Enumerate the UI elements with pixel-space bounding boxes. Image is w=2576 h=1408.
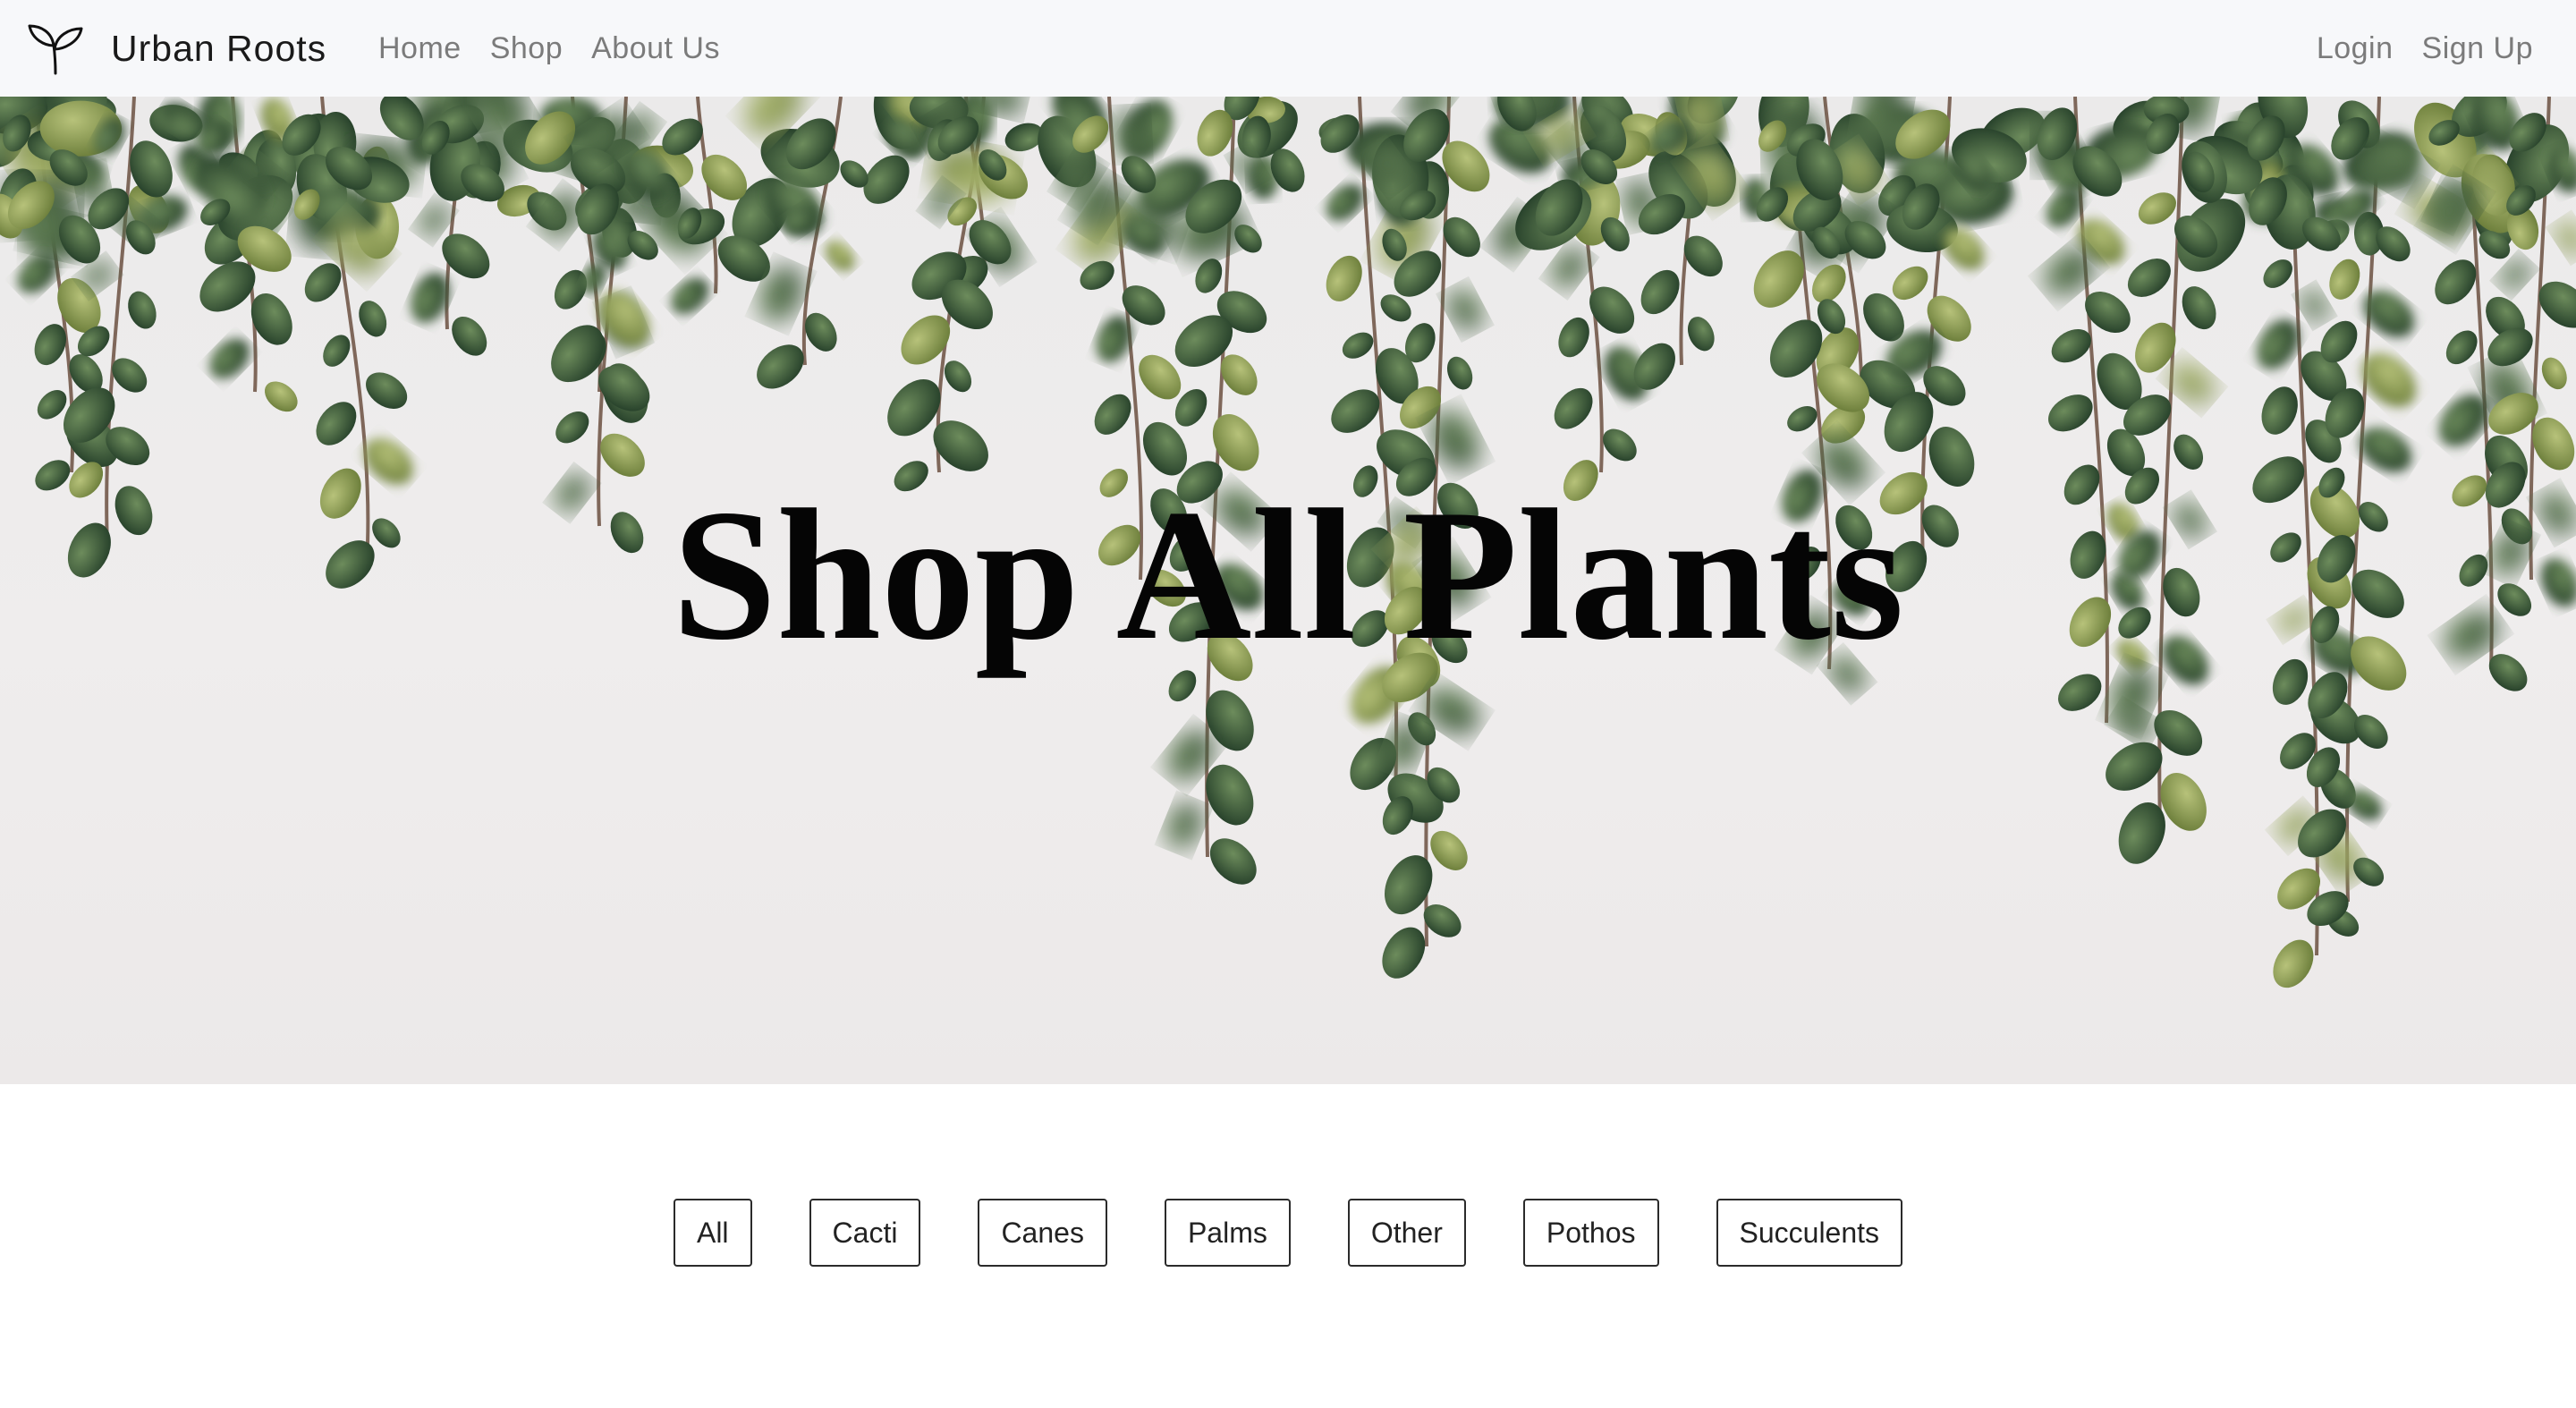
nav-about-link[interactable]: About Us — [591, 31, 720, 66]
leaf-shape — [2138, 192, 2176, 225]
leaf-shape — [2329, 259, 2360, 300]
leaf-shape — [671, 277, 709, 315]
leaf-shape — [1787, 406, 1818, 432]
leaf-shape — [1326, 255, 1362, 301]
navbar: Urban Roots Home Shop About Us Login Sig… — [0, 0, 2576, 97]
leaf-shape — [2273, 939, 2314, 988]
filter-succulents-button[interactable]: Succulents — [1716, 1199, 1903, 1267]
leaf-shape — [419, 203, 449, 237]
leaf-shape — [1558, 317, 1589, 358]
main-nav: Home Shop About Us — [378, 0, 749, 97]
login-link[interactable]: Login — [2317, 31, 2394, 66]
leaf-shape — [452, 316, 487, 356]
leaf-shape — [1165, 802, 1202, 849]
leaf-shape — [264, 381, 298, 412]
sprout-icon — [28, 24, 83, 75]
category-filters: All Cacti Canes Palms Other Pothos Succu… — [0, 1199, 2576, 1267]
leaf-shape — [1892, 266, 1928, 301]
filter-all-button[interactable]: All — [673, 1199, 752, 1267]
filter-canes-button[interactable]: Canes — [978, 1199, 1107, 1267]
brand-link[interactable]: Urban Roots — [27, 0, 326, 97]
leaf-shape — [359, 301, 387, 337]
leaf-shape — [366, 372, 408, 409]
leaf-shape — [2263, 259, 2292, 288]
filter-palms-button[interactable]: Palms — [1164, 1199, 1291, 1267]
leaf-shape — [1447, 287, 1483, 331]
leaf-shape — [128, 291, 157, 329]
leaf-shape — [1687, 317, 1715, 352]
leaf-shape — [1094, 394, 1131, 435]
leaf-shape — [1589, 286, 1635, 334]
hero-title: Shop All Plants — [672, 471, 1904, 679]
leaf-shape — [316, 402, 357, 445]
leaf-shape — [323, 335, 351, 367]
leaf-shape — [2363, 290, 2415, 337]
leaf-shape — [2445, 330, 2478, 365]
leaf-shape — [2301, 289, 2328, 322]
leaf-shape — [555, 411, 589, 444]
leaf-shape — [1640, 269, 1680, 315]
filter-other-button[interactable]: Other — [1347, 1199, 1466, 1267]
leaf-shape — [825, 240, 855, 272]
leaf-shape — [1603, 428, 1637, 462]
leaf-shape — [1195, 259, 1223, 293]
leaf-shape — [2109, 666, 2156, 725]
leaf-shape — [2048, 394, 2093, 432]
leaf-shape — [1446, 356, 1473, 390]
leaf-shape — [2541, 357, 2567, 390]
filter-cacti-button[interactable]: Cacti — [809, 1199, 921, 1267]
nav-home-link[interactable]: Home — [378, 31, 462, 66]
leaf-shape — [2182, 286, 2216, 330]
leaf-shape — [209, 338, 250, 379]
filter-pothos-button[interactable]: Pothos — [1522, 1199, 1659, 1267]
account-nav: Login Sign Up — [2288, 0, 2533, 97]
leaf-shape — [1554, 387, 1593, 429]
brand-name: Urban Roots — [111, 27, 327, 69]
leaf-shape — [1209, 838, 1257, 885]
leaf-shape — [1342, 332, 1374, 359]
leaf-shape — [2127, 259, 2171, 297]
leaf-shape — [2499, 259, 2530, 291]
leaf-shape — [2555, 220, 2576, 256]
leaf-shape — [2261, 386, 2298, 435]
leaf-shape — [2174, 434, 2204, 470]
leaf-shape — [2058, 674, 2102, 711]
signup-link[interactable]: Sign Up — [2422, 31, 2533, 66]
nav-shop-link[interactable]: Shop — [490, 31, 563, 66]
hero-banner: Shop All Plants — [0, 97, 2576, 1084]
